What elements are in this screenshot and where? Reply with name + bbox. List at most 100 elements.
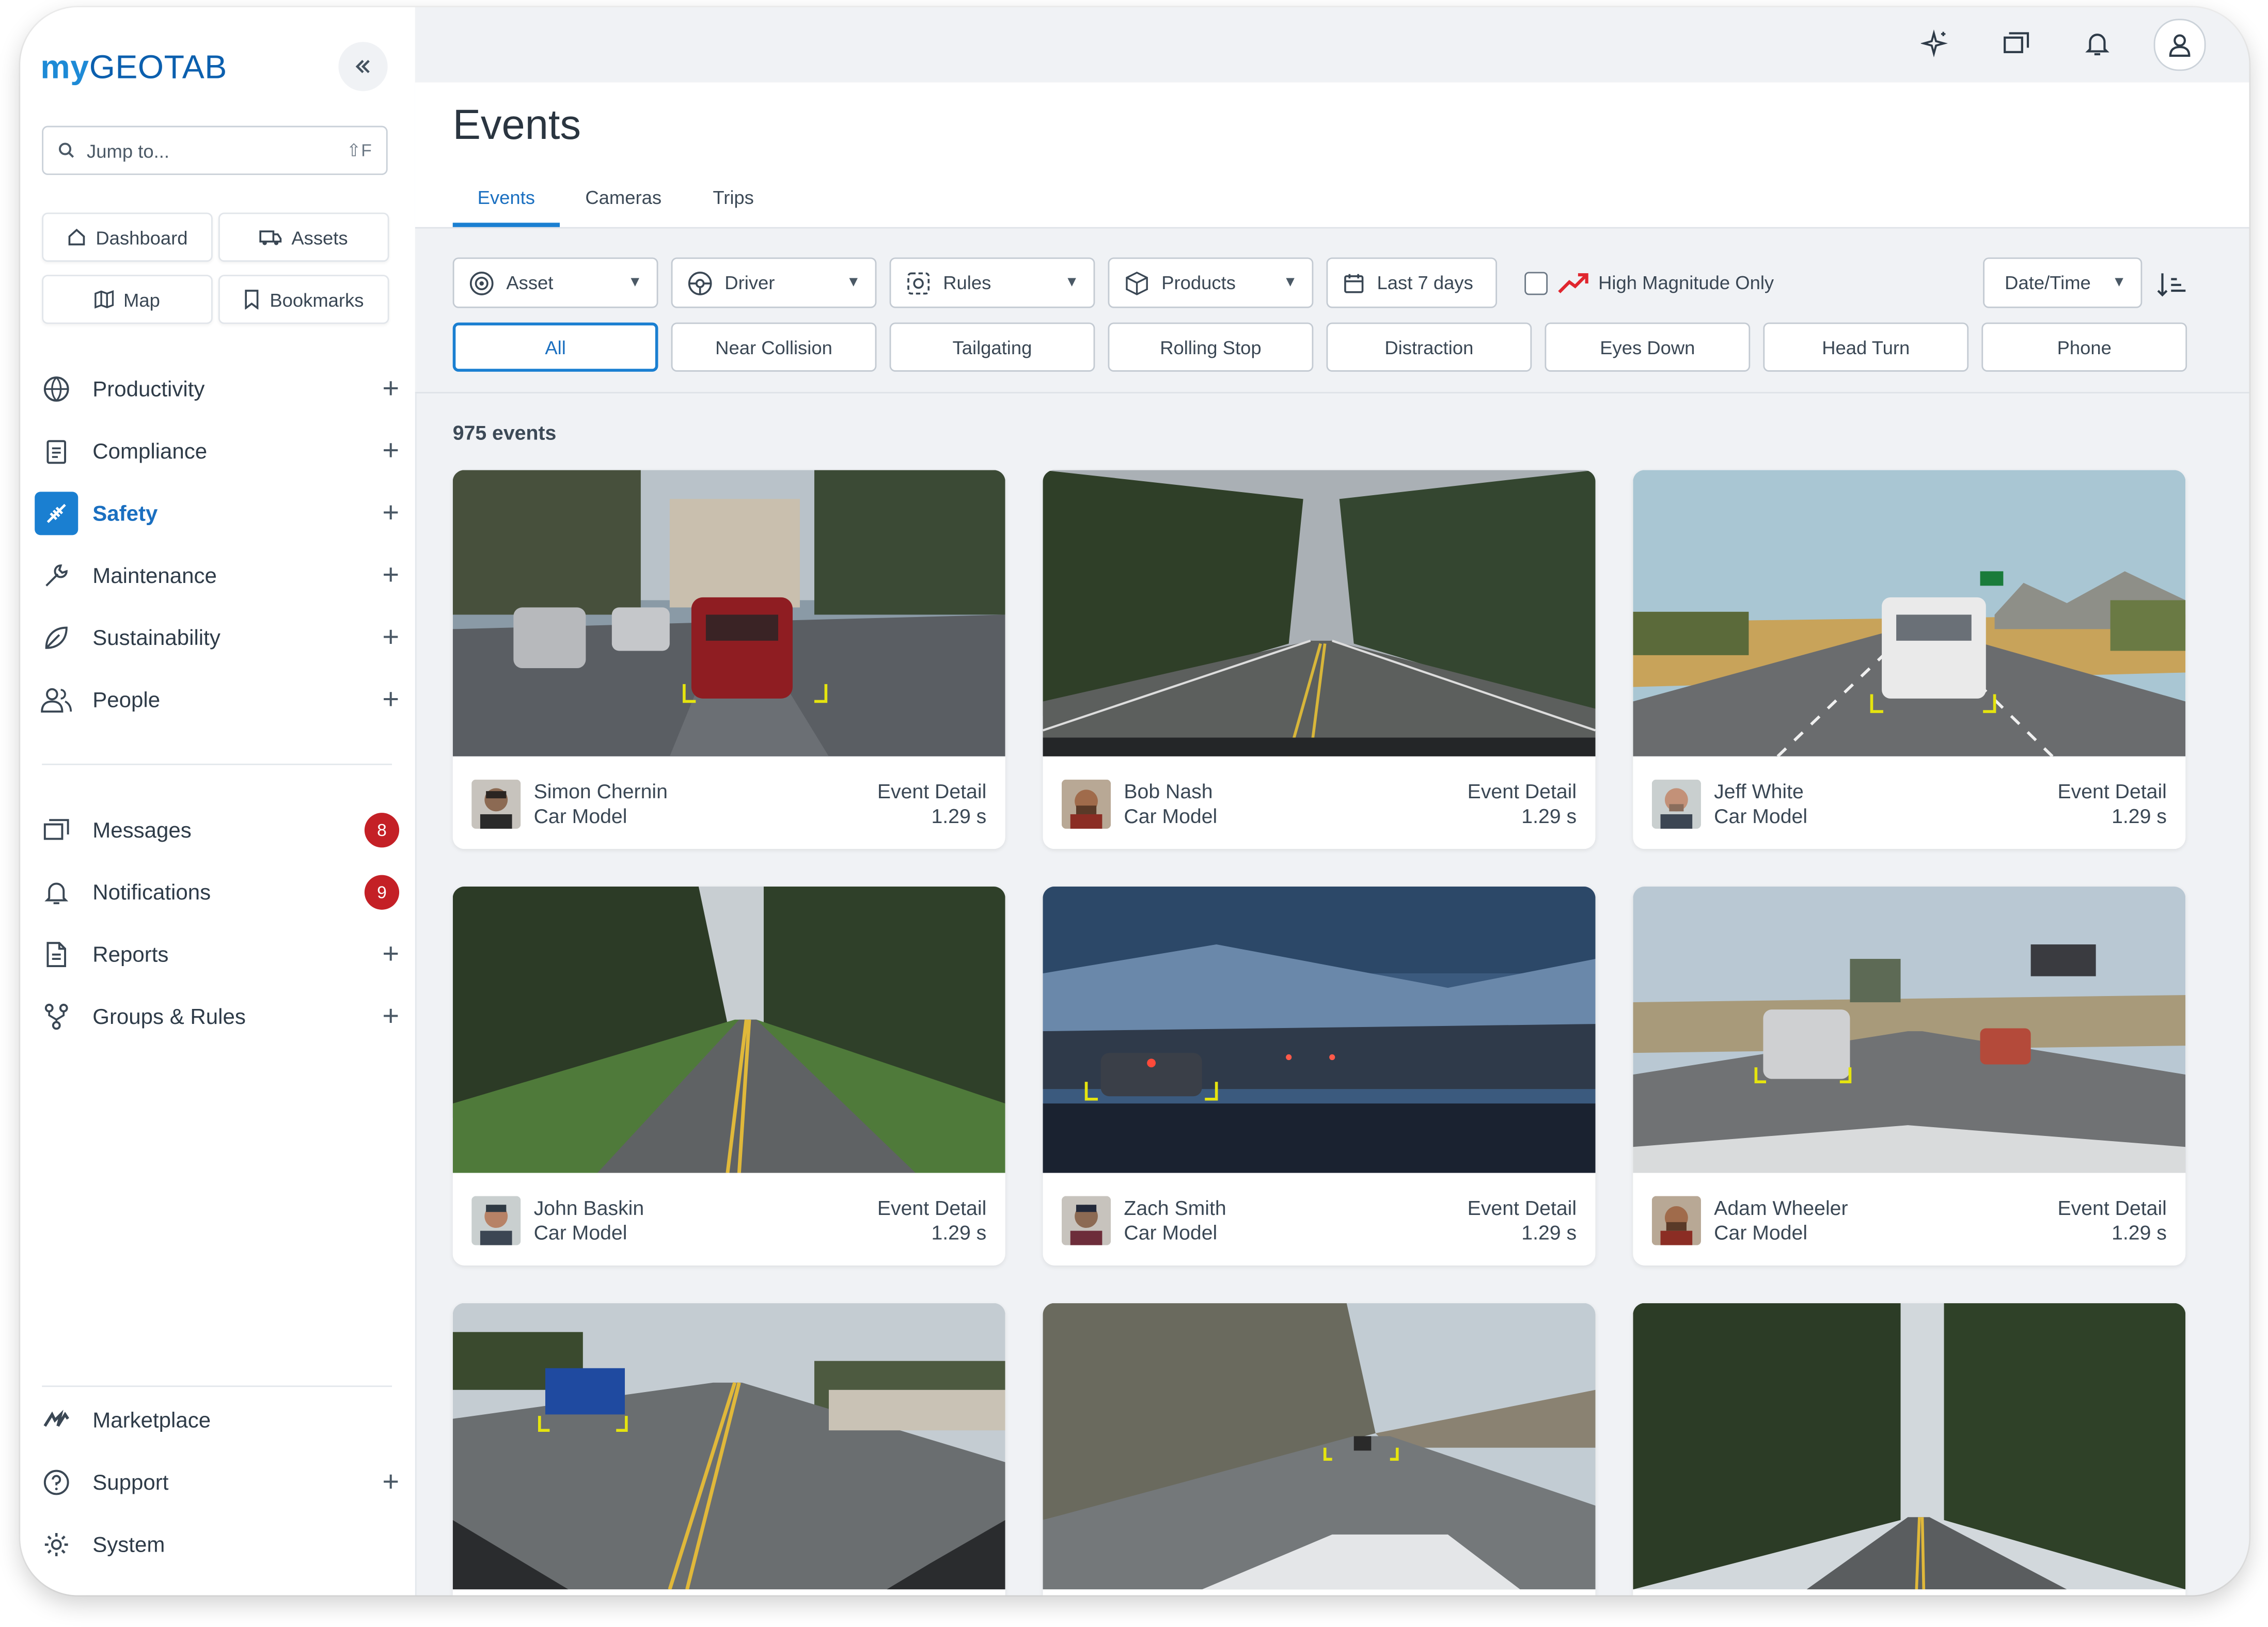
event-card[interactable]: Adam Wheeler Car Model Event Detail 1.29… <box>1633 887 2186 1266</box>
filter-distraction[interactable]: Distraction <box>1326 322 1532 372</box>
events-count: 975 events <box>452 421 557 444</box>
driver-avatar <box>1061 779 1111 829</box>
event-detail-link[interactable]: Event Detail <box>2057 780 2166 803</box>
clipboard-icon <box>35 430 78 473</box>
event-video-thumbnail[interactable] <box>1043 1303 1596 1590</box>
nav-people[interactable]: People + <box>35 677 399 723</box>
event-detail-link[interactable]: Event Detail <box>1468 780 1577 803</box>
sort-dropdown[interactable]: Date/Time ▼ <box>1983 257 2143 308</box>
rules-dropdown[interactable]: Rules ▼ <box>889 257 1095 308</box>
tab-events[interactable]: Events <box>452 186 560 227</box>
quick-link-assets[interactable]: Assets <box>218 212 389 262</box>
nav-marketplace[interactable]: Marketplace <box>35 1397 399 1444</box>
sort-label: Date/Time <box>2005 272 2091 294</box>
expand-plus-icon[interactable]: + <box>382 621 399 654</box>
nav-reports[interactable]: Reports + <box>35 931 399 978</box>
nav-safety[interactable]: Safety + <box>35 491 399 537</box>
nav-label: Productivity <box>92 376 205 402</box>
expand-plus-icon[interactable]: + <box>382 435 399 468</box>
filter-head-turn[interactable]: Head Turn <box>1763 322 1969 372</box>
leaf-icon <box>35 616 78 659</box>
event-card[interactable] <box>1633 1303 2186 1596</box>
event-video-thumbnail[interactable] <box>452 887 1005 1173</box>
expand-plus-icon[interactable]: + <box>382 1466 399 1499</box>
event-card[interactable] <box>452 1303 1005 1596</box>
quick-link-dashboard[interactable]: Dashboard <box>42 212 213 262</box>
expand-plus-icon[interactable]: + <box>382 559 399 592</box>
quick-link-map[interactable]: Map <box>42 275 213 324</box>
expand-plus-icon[interactable]: + <box>382 938 399 971</box>
dropdown-label: Products <box>1161 272 1236 294</box>
products-dropdown[interactable]: Products ▼ <box>1108 257 1314 308</box>
nav-productivity[interactable]: Productivity + <box>35 366 399 413</box>
page-header: Events Events Cameras Trips <box>415 82 2249 229</box>
tab-trips[interactable]: Trips <box>699 186 768 227</box>
event-video-thumbnail[interactable] <box>452 470 1005 756</box>
high-magnitude-label[interactable]: High Magnitude Only <box>1598 272 1774 294</box>
date-range-dropdown[interactable]: Last 7 days <box>1326 257 1498 308</box>
driver-dropdown[interactable]: Driver ▼ <box>671 257 877 308</box>
expand-plus-icon[interactable]: + <box>382 497 399 530</box>
event-card[interactable]: John Baskin Car Model Event Detail 1.29 … <box>452 887 1005 1266</box>
ai-sparkle-button[interactable] <box>1911 19 1960 68</box>
event-detail-link[interactable]: Event Detail <box>877 1196 986 1219</box>
notifications-button[interactable] <box>2073 19 2122 68</box>
event-card[interactable] <box>1043 1303 1596 1596</box>
truck-icon <box>260 230 282 245</box>
jump-to-search[interactable]: Jump to... ⇧F <box>42 125 388 175</box>
expand-plus-icon[interactable]: + <box>382 372 399 405</box>
filter-near-collision[interactable]: Near Collision <box>671 322 877 372</box>
rules-icon <box>907 272 930 294</box>
user-icon <box>2169 34 2191 57</box>
event-detail-link[interactable]: Event Detail <box>1468 1196 1577 1219</box>
feedback-button[interactable] <box>1992 19 2041 68</box>
driver-name: Adam Wheeler <box>1714 1196 1848 1220</box>
event-card-footer: Jeff White Car Model Event Detail 1.29 s <box>1633 756 2185 849</box>
filter-phone[interactable]: Phone <box>1981 322 2187 372</box>
event-duration: 1.29 s <box>2112 1221 2167 1244</box>
collapse-sidebar-button[interactable] <box>338 42 388 91</box>
quick-link-bookmarks[interactable]: Bookmarks <box>218 275 389 324</box>
nav-groups-rules[interactable]: Groups & Rules + <box>35 993 399 1040</box>
filter-eyes-down[interactable]: Eyes Down <box>1545 322 1751 372</box>
event-card[interactable]: Simon Chernin Car Model Event Detail 1.2… <box>452 470 1005 849</box>
event-video-thumbnail[interactable] <box>1633 470 2186 756</box>
event-detail-link[interactable]: Event Detail <box>877 780 986 803</box>
expand-plus-icon[interactable]: + <box>382 1000 399 1033</box>
event-video-thumbnail[interactable] <box>1633 887 2186 1173</box>
user-menu-button[interactable] <box>2153 19 2206 71</box>
search-placeholder: Jump to... <box>87 139 169 162</box>
tab-cameras[interactable]: Cameras <box>574 186 672 227</box>
driver-name: Jeff White <box>1714 779 1804 803</box>
high-magnitude-checkbox[interactable] <box>1524 272 1548 295</box>
nav-maintenance[interactable]: Maintenance + <box>35 552 399 599</box>
page-title: Events <box>452 102 581 149</box>
event-detail-link[interactable]: Event Detail <box>2057 1196 2166 1219</box>
event-card[interactable]: Bob Nash Car Model Event Detail 1.29 s <box>1043 470 1596 849</box>
event-video-thumbnail[interactable] <box>452 1303 1005 1590</box>
event-video-thumbnail[interactable] <box>1043 887 1596 1173</box>
nav-system[interactable]: System <box>35 1522 399 1568</box>
search-shortcut: ⇧F <box>346 140 372 161</box>
event-card[interactable]: Jeff White Car Model Event Detail 1.29 s <box>1633 470 2186 849</box>
asset-dropdown[interactable]: Asset ▼ <box>452 257 658 308</box>
expand-plus-icon[interactable]: + <box>382 683 399 716</box>
event-duration: 1.29 s <box>1521 1221 1577 1244</box>
event-video-thumbnail[interactable] <box>1633 1303 2186 1590</box>
notifications-count-badge: 9 <box>364 875 400 910</box>
filter-rolling-stop[interactable]: Rolling Stop <box>1108 322 1314 372</box>
filter-tailgating[interactable]: Tailgating <box>889 322 1095 372</box>
filter-all[interactable]: All <box>452 322 658 372</box>
nav-compliance[interactable]: Compliance + <box>35 428 399 475</box>
nav-sustainability[interactable]: Sustainability + <box>35 614 399 661</box>
event-video-thumbnail[interactable] <box>1043 470 1596 756</box>
quick-link-label: Bookmarks <box>270 288 364 310</box>
event-card[interactable]: Zach Smith Car Model Event Detail 1.29 s <box>1043 887 1596 1266</box>
logo[interactable]: myGEOTAB <box>40 48 227 87</box>
bell-icon <box>35 871 78 914</box>
event-card-footer: Simon Chernin Car Model Event Detail 1.2… <box>453 756 1005 849</box>
nav-messages[interactable]: Messages 8 <box>35 807 400 854</box>
sort-order-button[interactable] <box>2156 271 2191 299</box>
nav-support[interactable]: Support + <box>35 1459 399 1506</box>
nav-notifications[interactable]: Notifications 9 <box>35 869 400 915</box>
